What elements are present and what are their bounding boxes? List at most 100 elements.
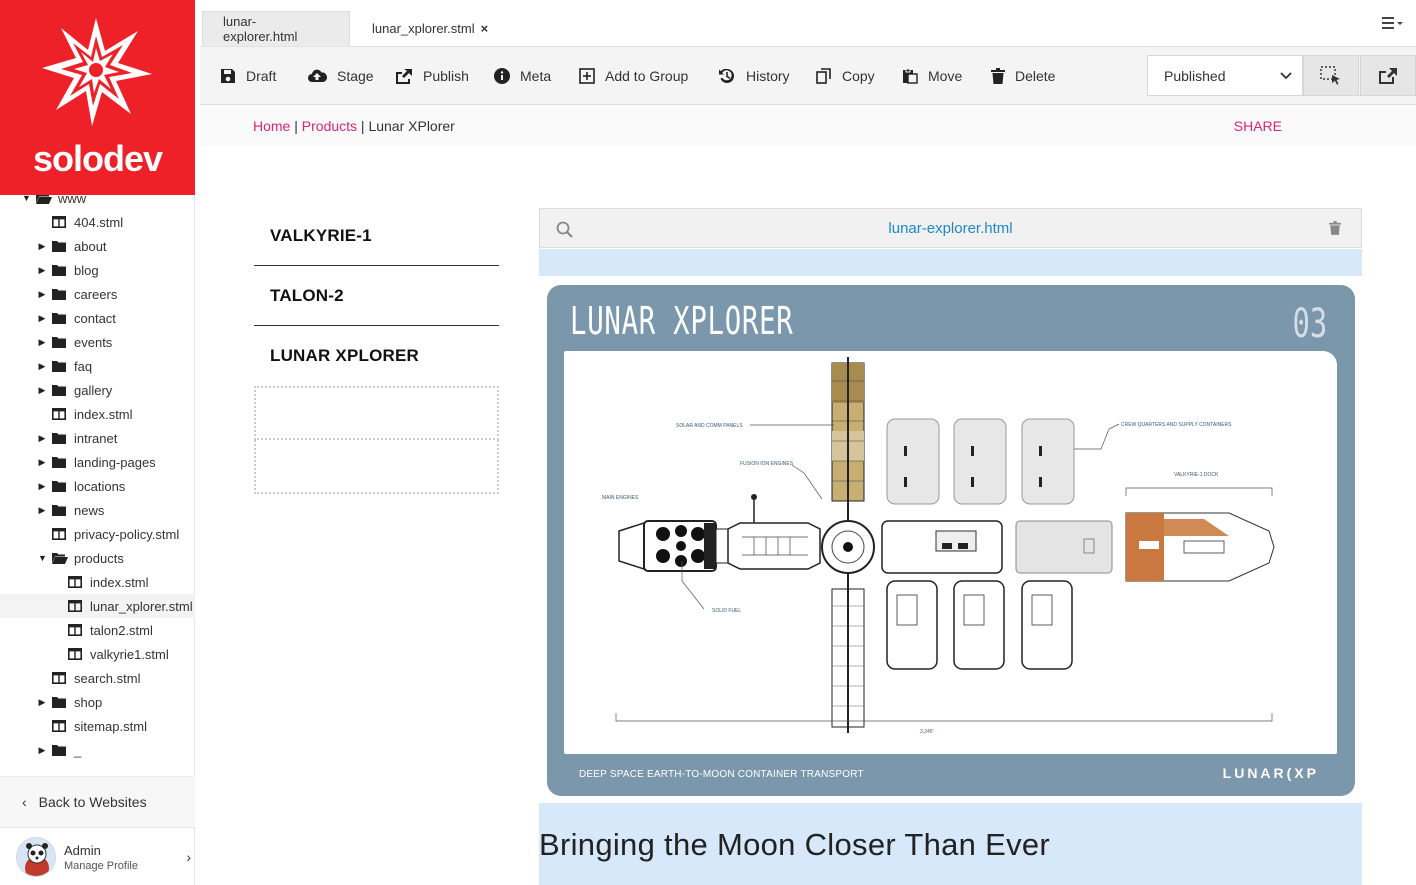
tree-folder-shop[interactable]: ▶ shop — [0, 690, 195, 714]
chevron-down-icon — [1280, 72, 1292, 80]
search-icon[interactable] — [556, 221, 573, 238]
tree-file-search.stml[interactable]: search.stml — [0, 666, 195, 690]
tree-file-talon2.stml[interactable]: talon2.stml — [0, 618, 195, 642]
draft-button[interactable]: Draft — [220, 47, 276, 105]
breadcrumb-products-link[interactable]: Products — [302, 118, 357, 134]
caret-right-icon[interactable]: ▶ — [38, 433, 46, 444]
trash-icon[interactable] — [1329, 220, 1341, 236]
tree-item-label: blog — [74, 262, 99, 278]
tree-folder-_[interactable]: ▶ _ — [0, 738, 195, 762]
tree-file-index.stml[interactable]: index.stml — [0, 570, 195, 594]
share-link[interactable]: SHARE — [1234, 118, 1282, 134]
caret-right-icon[interactable]: ▶ — [38, 313, 46, 324]
profile-link[interactable]: Admin Manage Profile › — [0, 829, 195, 885]
folder-icon — [52, 312, 66, 324]
tree-folder-news[interactable]: ▶ news — [0, 498, 195, 522]
empty-drop-zone[interactable] — [254, 440, 499, 494]
tree-file-lunar_xplorer.stml[interactable]: lunar_xplorer.stml — [0, 594, 195, 618]
caret-right-icon[interactable]: ▶ — [38, 361, 46, 372]
caret-right-icon[interactable]: ▶ — [38, 505, 46, 516]
toolbar: Draft Stage Publish Meta Add to Group Hi… — [200, 46, 1416, 105]
solodev-logo[interactable]: solodev — [0, 0, 195, 195]
add-to-group-label: Add to Group — [605, 68, 689, 84]
status-select[interactable]: Published — [1147, 55, 1303, 96]
publish-button[interactable]: Publish — [395, 47, 469, 105]
share-square-icon — [396, 69, 412, 84]
file-name-link[interactable]: lunar-explorer.html — [888, 220, 1012, 237]
tab-lunar-xplorer-stml[interactable]: lunar_xplorer.stml × — [352, 11, 498, 46]
breadcrumb-bar: Home | Products | Lunar XPlorer SHARE — [200, 105, 1416, 146]
tree-folder-intranet[interactable]: ▶ intranet — [0, 426, 195, 450]
page-icon — [68, 600, 82, 612]
meta-button[interactable]: Meta — [494, 47, 551, 105]
caret-right-icon[interactable]: ▶ — [38, 241, 46, 252]
card-footer-text: DEEP SPACE EARTH-TO-MOON CONTAINER TRANS… — [579, 769, 864, 780]
breadcrumb-home-link[interactable]: Home — [253, 118, 290, 134]
folder-icon — [52, 264, 66, 276]
add-to-group-button[interactable]: Add to Group — [579, 47, 688, 105]
tree-folder-landing-pages[interactable]: ▶ landing-pages — [0, 450, 195, 474]
empty-drop-zone[interactable] — [254, 386, 499, 440]
menu-icon[interactable] — [1382, 16, 1404, 35]
tree-folder-blog[interactable]: ▶ blog — [0, 258, 195, 282]
label-fusion-engines: FUSION ION ENGINES — [740, 461, 794, 467]
label-main-engines: MAIN ENGINES — [602, 495, 639, 501]
open-external-button[interactable] — [1360, 55, 1416, 96]
nav-item-talon-2[interactable]: TALON-2 — [254, 266, 499, 326]
draft-label: Draft — [246, 68, 277, 84]
tree-file-index.stml[interactable]: index.stml — [0, 402, 195, 426]
tab-bar: lunar-explorer.html lunar_xplorer.stml × — [200, 0, 1416, 46]
tree-item-label: search.stml — [74, 670, 141, 686]
close-tab-icon[interactable]: × — [481, 21, 489, 36]
tree-folder-events[interactable]: ▶ events — [0, 330, 195, 354]
back-to-websites-button[interactable]: ‹ Back to Websites — [0, 776, 195, 828]
folder-icon — [52, 744, 66, 756]
tree-folder-locations[interactable]: ▶ locations — [0, 474, 195, 498]
tree-folder-faq[interactable]: ▶ faq — [0, 354, 195, 378]
caret-right-icon[interactable]: ▶ — [38, 457, 46, 468]
stage-label: Stage — [337, 68, 374, 84]
heading-block: Bringing the Moon Closer Than Ever — [539, 803, 1362, 885]
tab-lunar-explorer-html[interactable]: lunar-explorer.html — [202, 11, 350, 46]
tree-folder-about[interactable]: ▶ about — [0, 234, 195, 258]
tree-folder-contact[interactable]: ▶ contact — [0, 306, 195, 330]
caret-right-icon[interactable]: ▶ — [38, 289, 46, 300]
product-card: LUNAR XPLORER 03 SOLAR AND COMM PANELS F… — [547, 285, 1355, 796]
stage-button[interactable]: Stage — [307, 47, 374, 105]
select-region-button[interactable] — [1303, 55, 1359, 96]
label-crew-quarters: CREW QUARTERS AND SUPPLY CONTAINERS — [1121, 422, 1232, 428]
tree-file-404.stml[interactable]: 404.stml — [0, 210, 195, 234]
tree-folder-careers[interactable]: ▶ careers — [0, 282, 195, 306]
history-button[interactable]: History — [718, 47, 790, 105]
logo-text: solodev — [32, 138, 163, 179]
tree-item-label: gallery — [74, 382, 113, 398]
caret-right-icon[interactable]: ▶ — [38, 745, 46, 756]
product-nav: VALKYRIE-1 TALON-2 LUNAR XPLORER — [254, 206, 499, 494]
nav-item-lunar-xplorer[interactable]: LUNAR XPLORER — [254, 326, 499, 386]
tree-file-valkyrie1.stml[interactable]: valkyrie1.stml — [0, 642, 195, 666]
tree-item-label: landing-pages — [74, 454, 156, 470]
nav-item-valkyrie-1[interactable]: VALKYRIE-1 — [254, 206, 499, 266]
caret-right-icon[interactable]: ▶ — [38, 481, 46, 492]
tree-file-sitemap.stml[interactable]: sitemap.stml — [0, 714, 195, 738]
tree-item-label: lunar_xplorer.stml — [90, 598, 193, 614]
copy-icon — [816, 68, 831, 84]
caret-right-icon[interactable]: ▶ — [38, 337, 46, 348]
move-button[interactable]: Move — [902, 47, 962, 105]
tree-item-label: about — [74, 238, 107, 254]
folder-icon — [52, 288, 66, 300]
copy-label: Copy — [842, 68, 875, 84]
tree-item-label: index.stml — [90, 574, 149, 590]
paste-icon — [903, 68, 918, 84]
caret-right-icon[interactable]: ▶ — [38, 385, 46, 396]
caret-right-icon[interactable]: ▶ — [38, 265, 46, 276]
copy-button[interactable]: Copy — [816, 47, 875, 105]
save-icon — [221, 69, 235, 83]
caret-right-icon[interactable]: ▶ — [38, 697, 46, 708]
tree-file-privacy-policy.stml[interactable]: privacy-policy.stml — [0, 522, 195, 546]
tree-folder-products[interactable]: ▼ products — [0, 546, 195, 570]
breadcrumb: Home | Products | Lunar XPlorer — [253, 118, 455, 134]
caret-down-icon[interactable]: ▼ — [38, 553, 47, 563]
delete-button[interactable]: Delete — [991, 47, 1055, 105]
tree-folder-gallery[interactable]: ▶ gallery — [0, 378, 195, 402]
